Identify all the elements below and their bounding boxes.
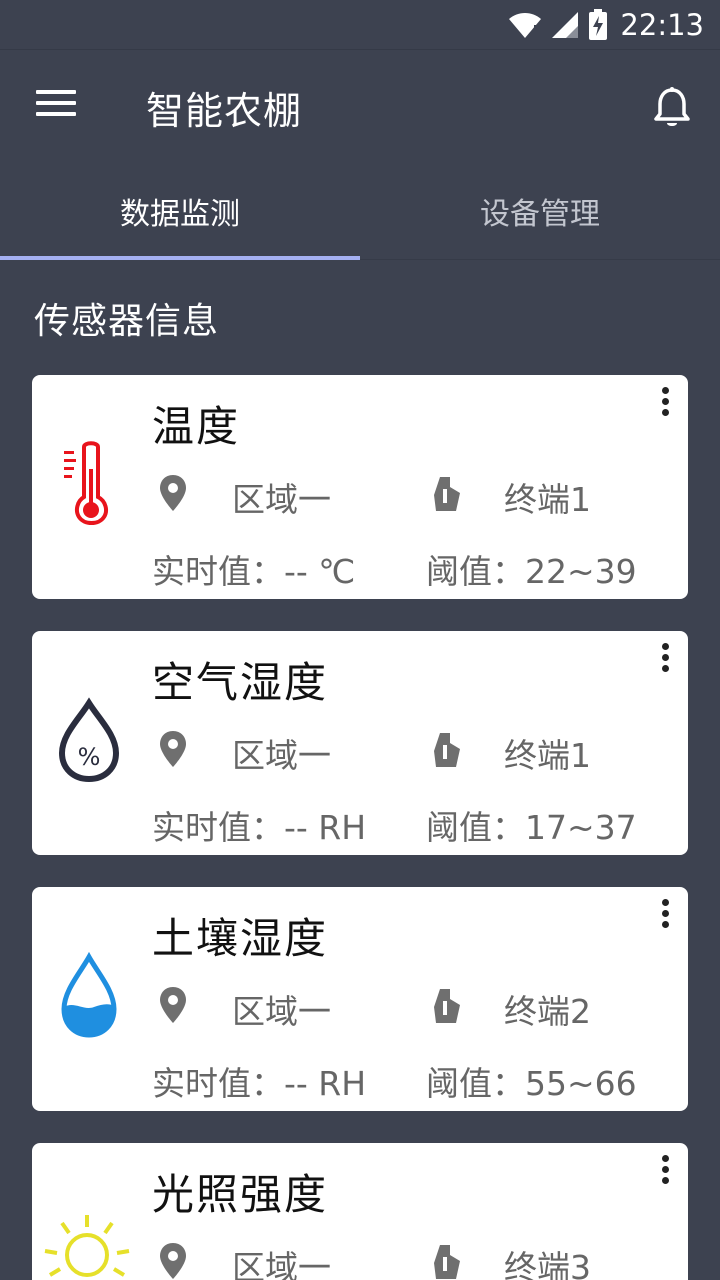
card-title: 空气湿度 (152, 658, 329, 707)
water-drop-icon (61, 951, 117, 1038)
more-options-icon[interactable] (658, 1155, 672, 1187)
terminal-device-icon (434, 1245, 460, 1279)
app-bar: 智能农棚 (0, 50, 720, 162)
more-options-icon[interactable] (658, 387, 672, 419)
more-options-icon[interactable] (658, 643, 672, 675)
terminal-device-icon (434, 733, 460, 767)
sensor-card-soil-humidity[interactable]: 土壤湿度 区域一 终端2 实时值：-- RH 阈值：55~66 (32, 887, 688, 1111)
card-title: 光照强度 (152, 1170, 329, 1219)
card-title: 土壤湿度 (152, 914, 329, 963)
tab-device-management[interactable]: 设备管理 (360, 162, 720, 260)
svg-text:%: % (78, 743, 101, 771)
menu-icon[interactable] (36, 90, 76, 120)
card-area: 区域一 (232, 1248, 331, 1280)
bell-icon[interactable] (652, 86, 692, 130)
location-pin-icon (160, 475, 186, 511)
sensor-card-light-intensity[interactable]: 光照强度 区域一 终端3 (32, 1143, 688, 1280)
tab-bar: 数据监测 设备管理 (0, 162, 720, 260)
card-threshold: 阈值：22~39 (426, 552, 637, 591)
battery-charging-icon (589, 9, 608, 40)
card-area: 区域一 (232, 992, 331, 1031)
card-realtime-value: 实时值：-- RH (152, 808, 367, 847)
terminal-device-icon (434, 989, 460, 1023)
card-terminal: 终端1 (504, 736, 591, 775)
humidity-drop-icon: % (58, 697, 120, 783)
signal-icon (552, 12, 579, 38)
section-title: 传感器信息 (34, 301, 220, 342)
card-area: 区域一 (232, 736, 331, 775)
tab-label: 设备管理 (480, 197, 600, 232)
thermometer-icon (64, 441, 108, 525)
sun-icon (44, 1215, 130, 1277)
card-title: 温度 (152, 402, 241, 451)
card-terminal: 终端1 (504, 480, 591, 519)
card-threshold: 阈值：55~66 (426, 1064, 637, 1103)
card-terminal: 终端2 (504, 992, 591, 1031)
card-area: 区域一 (232, 480, 331, 519)
status-bar: 22:13 (0, 0, 720, 50)
tab-label: 数据监测 (120, 197, 240, 232)
more-options-icon[interactable] (658, 899, 672, 931)
app-title: 智能农棚 (146, 89, 303, 133)
tab-indicator (0, 256, 360, 260)
status-time: 22:13 (620, 8, 704, 42)
location-pin-icon (160, 1243, 186, 1279)
terminal-device-icon (434, 477, 460, 511)
wifi-icon (509, 13, 542, 38)
card-threshold: 阈值：17~37 (426, 808, 637, 847)
sensor-card-temperature[interactable]: 温度 区域一 终端1 实时值：-- ℃ 阈值：22~39 (32, 375, 688, 599)
card-terminal: 终端3 (504, 1248, 591, 1280)
card-realtime-value: 实时值：-- RH (152, 1064, 367, 1103)
location-pin-icon (160, 731, 186, 767)
card-realtime-value: 实时值：-- ℃ (152, 552, 356, 591)
status-icons: 22:13 (508, 7, 704, 43)
sensor-card-air-humidity[interactable]: % 空气湿度 区域一 终端1 实时值：-- RH 阈值：17~37 (32, 631, 688, 855)
location-pin-icon (160, 987, 186, 1023)
tab-data-monitoring[interactable]: 数据监测 (0, 162, 360, 260)
